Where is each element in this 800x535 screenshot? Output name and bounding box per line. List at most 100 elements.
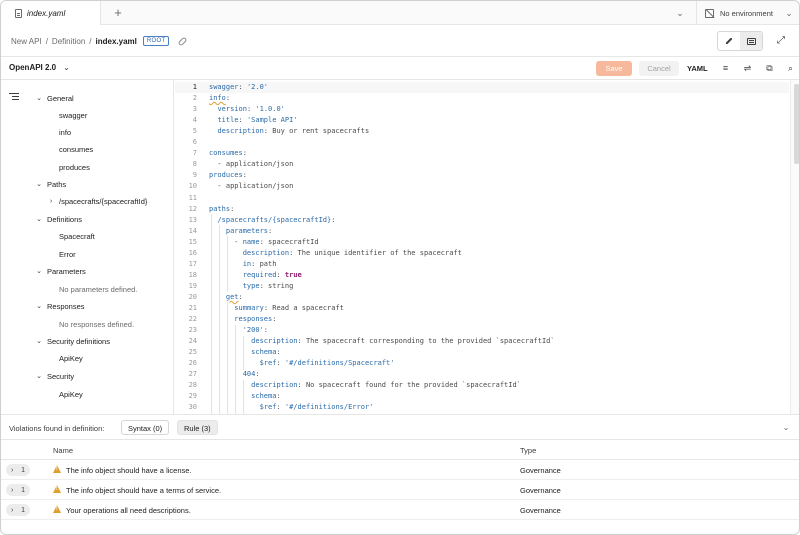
outline-icon[interactable] bbox=[9, 93, 19, 101]
code-line[interactable]: 8 - application/json bbox=[175, 159, 789, 170]
scrollbar-thumb[interactable] bbox=[794, 84, 799, 164]
outline-item-consumes[interactable]: consumes bbox=[59, 142, 93, 156]
section-parameters[interactable]: ⌄ Parameters bbox=[35, 264, 86, 278]
editor-scrollbar[interactable] bbox=[790, 80, 799, 414]
section-security-definitions[interactable]: ⌄ Security definitions bbox=[35, 334, 110, 348]
code-line[interactable]: 25 schema: bbox=[175, 347, 789, 358]
code-line[interactable]: 14 parameters: bbox=[175, 226, 789, 237]
environment-label: No environment bbox=[720, 8, 773, 18]
section-definitions[interactable]: ⌄ Definitions bbox=[35, 212, 82, 226]
code-text: summary: Read a spacecraft bbox=[234, 304, 344, 312]
code-line[interactable]: 5 description: Buy or rent spacecrafts bbox=[175, 126, 789, 137]
comments-button[interactable] bbox=[740, 32, 762, 50]
outline-item-info[interactable]: info bbox=[59, 125, 71, 139]
format-toggle[interactable]: YAML bbox=[687, 64, 708, 73]
breadcrumb-item-definition[interactable]: Definition bbox=[52, 37, 85, 46]
line-number: 21 bbox=[188, 304, 197, 312]
code-line[interactable]: 22 responses: bbox=[175, 314, 789, 325]
code-line[interactable]: 12 paths: bbox=[175, 204, 789, 215]
breadcrumb-item-new-api[interactable]: New API bbox=[11, 37, 42, 46]
tab-syntax[interactable]: Syntax (0) bbox=[121, 420, 170, 435]
format-code-icon[interactable]: ≡ bbox=[720, 63, 731, 74]
code-line[interactable]: 16 description: The unique identifier of… bbox=[175, 248, 789, 259]
line-number: 2 bbox=[192, 94, 197, 103]
outline-item-spacecraft[interactable]: Spacecraft bbox=[59, 229, 95, 243]
section-paths[interactable]: ⌄ Paths bbox=[35, 177, 66, 191]
code-line[interactable]: 21 summary: Read a spacecraft bbox=[175, 303, 789, 314]
cancel-button[interactable]: Cancel bbox=[639, 61, 679, 76]
code-line[interactable]: 3 version: '1.0.0' bbox=[175, 104, 789, 115]
code-line[interactable]: 18 required: true bbox=[175, 270, 789, 281]
line-number: 7 bbox=[192, 149, 197, 158]
chevron-down-icon[interactable]: ⌄ bbox=[781, 423, 791, 433]
outline-item-swagger[interactable]: swagger bbox=[59, 108, 87, 122]
spec-version-select[interactable]: OpenAPI 2.0 ⌄ bbox=[9, 63, 70, 72]
code-line[interactable]: 30 $ref: '#/definitions/Error' bbox=[175, 402, 789, 413]
code-line[interactable]: 23 '200': bbox=[175, 325, 789, 336]
outline-item-produces[interactable]: produces bbox=[59, 160, 90, 174]
code-text: produces: bbox=[209, 171, 247, 180]
wrap-lines-icon[interactable]: ⇌ bbox=[742, 63, 753, 74]
code-line[interactable]: 19 type: string bbox=[175, 281, 789, 292]
link-icon[interactable] bbox=[177, 36, 188, 46]
code-line[interactable]: 13 /spacecrafts/{spacecraftId}: bbox=[175, 215, 789, 226]
code-line[interactable]: 26 $ref: '#/definitions/Spacecraft' bbox=[175, 358, 789, 369]
code-text: - name: spacecraftId bbox=[209, 237, 319, 246]
outline-item-apikey-security[interactable]: ApiKey bbox=[59, 387, 83, 401]
line-number: 10 bbox=[188, 182, 197, 191]
code-line[interactable]: 15 - name: spacecraftId bbox=[175, 237, 789, 248]
environment-selector[interactable]: No environment bbox=[705, 6, 773, 20]
code-line[interactable]: 11 bbox=[175, 193, 789, 204]
search-icon[interactable]: ⌕ bbox=[785, 63, 796, 74]
code-editor[interactable]: 1 swagger: '2.0' 2 info: 3 version: '1.0.0' 4… bbox=[175, 80, 789, 414]
code-text: /spacecrafts/{spacecraftId}: bbox=[217, 215, 336, 224]
row-expander[interactable]: › 1 bbox=[6, 464, 30, 476]
outline-item-apikey-definition[interactable]: ApiKey bbox=[59, 351, 83, 365]
violations-table-header: Name Type bbox=[1, 440, 799, 460]
outline-item-path[interactable]: › /spacecrafts/{spacecraftId} bbox=[47, 194, 148, 208]
plus-icon[interactable]: + bbox=[110, 5, 126, 21]
code-line[interactable]: 17 in: path bbox=[175, 259, 789, 270]
spec-version-label: OpenAPI 2.0 bbox=[9, 63, 57, 72]
code-line[interactable]: 4 title: 'Sample API' bbox=[175, 115, 789, 126]
outline-item-error[interactable]: Error bbox=[59, 247, 76, 261]
line-number: 28 bbox=[188, 381, 197, 390]
section-general[interactable]: ⌄ General bbox=[35, 91, 74, 105]
table-row[interactable]: ›1 The info object should have a terms o… bbox=[1, 480, 799, 500]
chevron-down-icon[interactable]: ⌄ bbox=[783, 6, 795, 20]
code-line[interactable]: 29 schema: bbox=[175, 391, 789, 402]
save-button[interactable]: Save bbox=[596, 61, 632, 76]
chevron-down-icon: ⌄ bbox=[36, 373, 42, 380]
code-line[interactable]: 6 bbox=[175, 137, 789, 148]
column-type[interactable]: Type bbox=[520, 446, 536, 455]
line-number: 17 bbox=[188, 259, 197, 268]
tab-index-yaml[interactable]: index.yaml bbox=[1, 1, 101, 26]
code-line[interactable]: 24 description: The spacecraft correspon… bbox=[175, 336, 789, 347]
environment-off-icon bbox=[705, 8, 714, 18]
violation-type: Governance bbox=[520, 466, 561, 475]
tab-rule[interactable]: Rule (3) bbox=[177, 420, 218, 435]
expand-icon[interactable]: ⤢ bbox=[775, 35, 787, 47]
code-line[interactable]: 9 produces: bbox=[175, 170, 789, 181]
code-line[interactable]: 20 get: bbox=[175, 292, 789, 303]
section-label: Security definitions bbox=[47, 336, 110, 346]
code-text: swagger: '2.0' bbox=[209, 83, 269, 91]
table-row[interactable]: ›1 The info object should have a license… bbox=[1, 460, 799, 480]
column-name[interactable]: Name bbox=[53, 446, 73, 455]
code-line[interactable]: 7 consumes: bbox=[175, 148, 789, 159]
chevron-down-icon[interactable]: ⌄ bbox=[673, 6, 687, 20]
code-line[interactable]: 10 - application/json bbox=[175, 181, 789, 192]
section-security[interactable]: ⌄ Security bbox=[35, 369, 74, 383]
table-row[interactable]: ›1 Your operations all need descriptions… bbox=[1, 500, 799, 520]
breadcrumb-current: index.yaml bbox=[95, 36, 137, 46]
code-line[interactable]: 28 description: No spacecraft found for … bbox=[175, 380, 789, 391]
code-line[interactable]: 1 swagger: '2.0' bbox=[175, 82, 789, 93]
code-line[interactable]: 2 info: bbox=[175, 93, 789, 104]
row-expander[interactable]: › 1 bbox=[6, 484, 30, 496]
edit-button[interactable] bbox=[718, 32, 740, 50]
section-responses[interactable]: ⌄ Responses bbox=[35, 299, 84, 313]
copy-icon[interactable]: ⧉ bbox=[764, 63, 775, 74]
row-expander[interactable]: › 1 bbox=[6, 504, 30, 516]
line-number: 19 bbox=[188, 281, 197, 290]
code-line[interactable]: 27 404: bbox=[175, 369, 789, 380]
